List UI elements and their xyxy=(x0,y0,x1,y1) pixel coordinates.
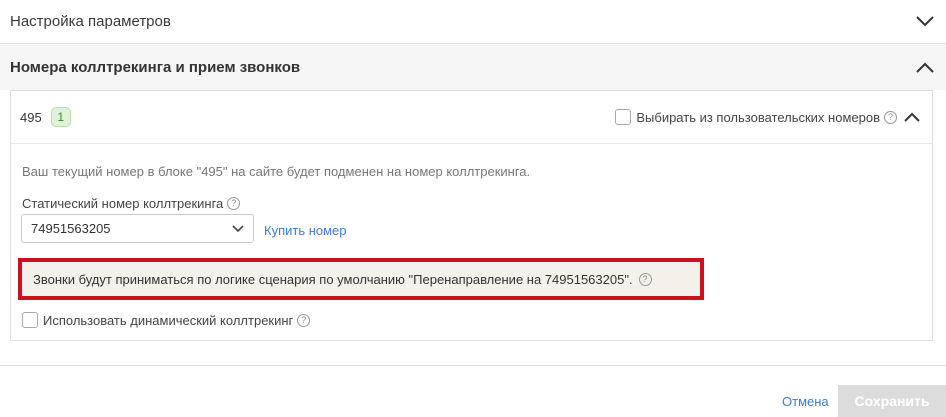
choose-custom-label[interactable]: Выбирать из пользовательских номеров xyxy=(636,110,880,125)
number-block-header: 495 1 Выбирать из пользовательских номер… xyxy=(11,91,932,144)
dynamic-calltracking-label[interactable]: Использовать динамический коллтрекинг xyxy=(43,313,293,328)
dynamic-calltracking-option[interactable]: Использовать динамический коллтрекинг ? xyxy=(22,312,311,328)
calltracking-section-header[interactable]: Номера коллтрекинга и прием звонков xyxy=(0,45,946,90)
help-icon[interactable]: ? xyxy=(884,110,897,124)
footer-divider xyxy=(0,365,946,366)
block-name: 495 xyxy=(20,109,42,125)
settings-section-header[interactable]: Настройка параметров xyxy=(0,0,946,44)
static-number-label-text: Статический номер коллтрекинга xyxy=(22,196,224,211)
save-button[interactable]: Сохранить xyxy=(838,385,946,417)
buy-number-link[interactable]: Купить номер xyxy=(264,223,347,238)
static-number-value: 74951563205 xyxy=(31,221,111,236)
chevron-down-icon xyxy=(232,220,244,238)
chevron-up-icon[interactable] xyxy=(901,106,923,128)
number-block-card: 495 1 Выбирать из пользовательских номер… xyxy=(10,90,933,341)
default-scenario-notice: Звонки будут приниматься по логике сцена… xyxy=(18,258,704,300)
help-icon[interactable]: ? xyxy=(227,197,241,210)
dynamic-calltracking-checkbox[interactable] xyxy=(22,312,38,328)
notice-text: Звонки будут приниматься по логике сцена… xyxy=(33,271,633,287)
cancel-button[interactable]: Отмена xyxy=(782,394,829,409)
chevron-up-icon[interactable] xyxy=(914,57,936,79)
static-number-label: Статический номер коллтрекинга ? xyxy=(22,196,241,211)
static-number-select[interactable]: 74951563205 xyxy=(21,214,254,243)
info-text: Ваш текущий номер в блоке "495" на сайте… xyxy=(22,164,531,179)
settings-section-title: Настройка параметров xyxy=(10,13,171,30)
count-badge: 1 xyxy=(50,107,71,127)
calltracking-section-title: Номера коллтрекинга и прием звонков xyxy=(10,59,301,76)
chevron-down-icon[interactable] xyxy=(914,11,936,33)
help-icon[interactable]: ? xyxy=(297,313,311,327)
help-icon[interactable]: ? xyxy=(638,272,652,286)
choose-custom-checkbox[interactable] xyxy=(615,109,632,125)
